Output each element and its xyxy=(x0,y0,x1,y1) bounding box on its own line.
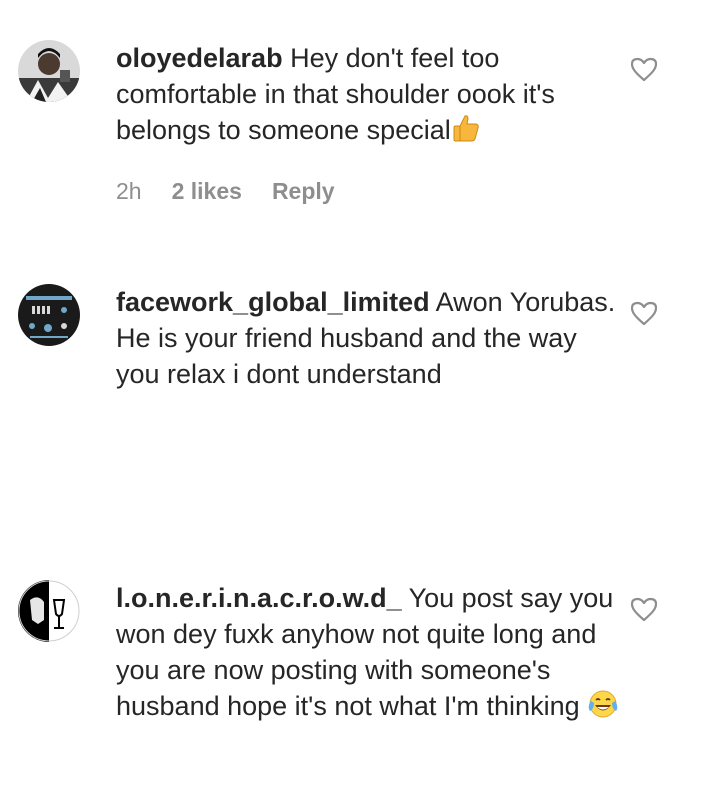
heart-outline-icon[interactable] xyxy=(630,300,658,326)
comment-timestamp: 2h xyxy=(116,178,142,204)
avatar-oloyedelarab[interactable] xyxy=(18,40,80,102)
comment-item-1: oloyedelarab Hey don't feel too comforta… xyxy=(0,0,720,240)
comment-body-2: facework_global_limited Awon Yorubas. He… xyxy=(116,284,621,392)
avatar-facework-global-limited[interactable] xyxy=(18,284,80,346)
comment-username[interactable]: oloyedelarab xyxy=(116,43,283,73)
comment-item-3: l.o.n.e.r.i.n.a.c.r.o.w.d_ You post say … xyxy=(0,540,720,789)
comment-item-2: facework_global_limited Awon Yorubas. He… xyxy=(0,240,720,540)
tears-of-joy-icon xyxy=(587,689,619,728)
heart-outline-icon[interactable] xyxy=(630,56,658,82)
comment-username[interactable]: facework_global_limited xyxy=(116,287,430,317)
thumbs-up-icon xyxy=(451,113,481,152)
avatar-lonerinacrowd[interactable] xyxy=(18,580,80,642)
profile-photo xyxy=(18,580,80,642)
comment-username[interactable]: l.o.n.e.r.i.n.a.c.r.o.w.d_ xyxy=(116,583,402,613)
likes-count-button[interactable]: 2 likes xyxy=(172,178,242,204)
comment-meta-1: 2h 2 likes Reply xyxy=(116,178,335,205)
profile-photo xyxy=(18,40,80,102)
reply-button[interactable]: Reply xyxy=(272,178,335,204)
comment-body-1: oloyedelarab Hey don't feel too comforta… xyxy=(116,40,621,152)
profile-photo xyxy=(18,284,80,346)
comment-body-3: l.o.n.e.r.i.n.a.c.r.o.w.d_ You post say … xyxy=(116,580,621,728)
heart-outline-icon[interactable] xyxy=(630,596,658,622)
